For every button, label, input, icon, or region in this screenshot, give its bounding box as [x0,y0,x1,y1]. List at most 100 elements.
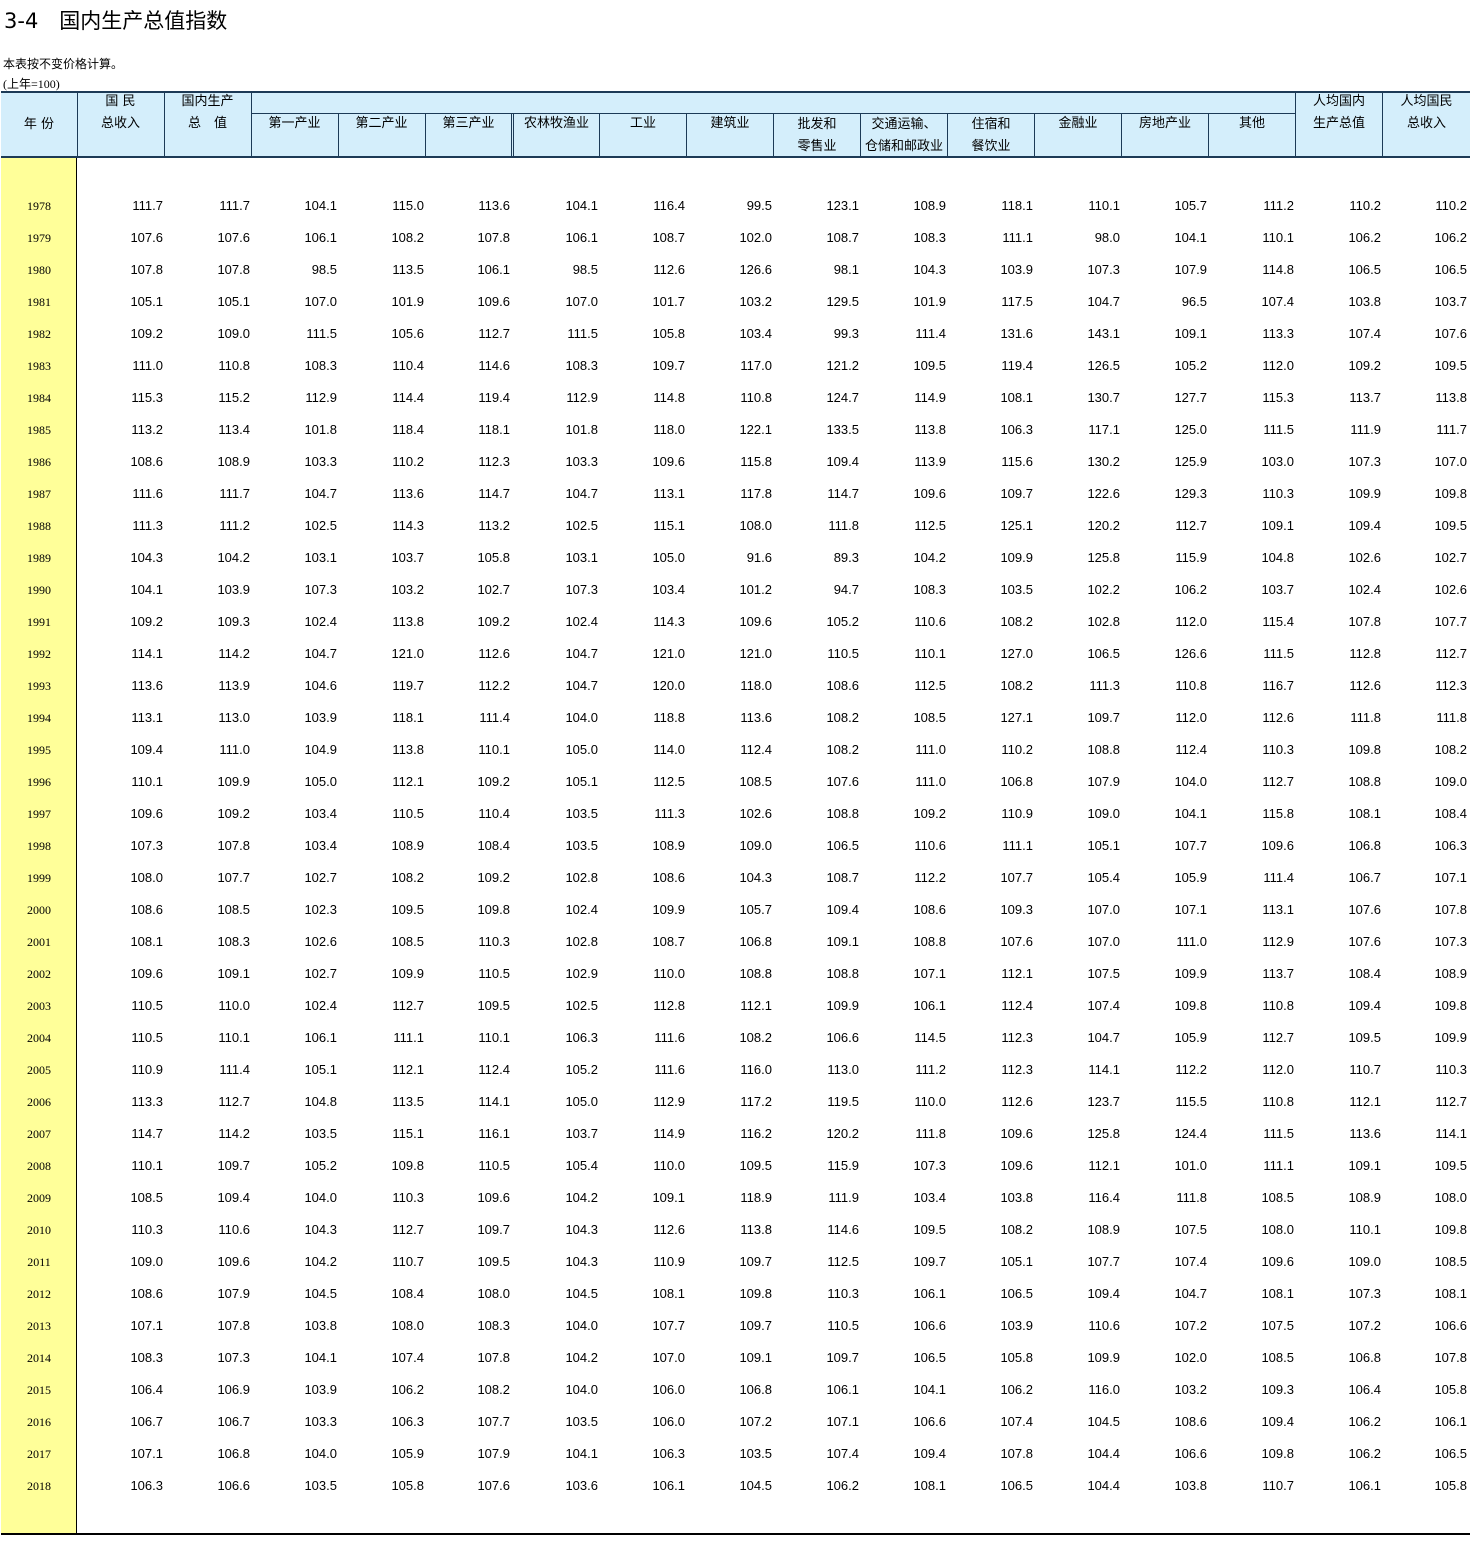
table-cell: 143.1 [1087,326,1120,341]
table-row: 1989 104.3 104.2 103.1 103.7 105.8 103.1 105.0 9… [1,543,1470,575]
table-cell: 106.1 [652,1478,685,1493]
table-cell: 107.8 [130,262,163,277]
table-cell: 107.0 [1087,902,1120,917]
table-cell: 106.5 [826,838,859,853]
table-cell: 102.4 [1348,582,1381,597]
table-cell: 109.9 [217,774,250,789]
table-cell: 119.5 [827,1094,859,1109]
table-cell: 109.9 [826,998,859,1013]
table-cell: 105.8 [1000,1350,1033,1365]
table-cell: 115.8 [740,454,772,469]
table-cell: 103.5 [739,1446,772,1461]
row-year: 2016 [27,1415,51,1429]
table-cell: 108.9 [913,198,946,213]
table-cell: 108.2 [1000,614,1033,629]
table-cell: 118.9 [740,1190,772,1205]
table-cell: 104.6 [304,678,337,693]
row-year: 1989 [27,551,51,565]
table-cell: 111.5 [1263,646,1294,661]
table-cell: 112.2 [1175,1062,1207,1077]
table-cell: 104.1 [304,198,337,213]
table-cell: 112.7 [392,1222,424,1237]
row-year: 1990 [27,583,51,597]
table-cell: 110.2 [1435,198,1467,213]
table-cell: 109.9 [1434,1030,1467,1045]
table-cell: 102.4 [304,614,337,629]
table-cell: 103.3 [565,454,598,469]
table-cell: 110.4 [392,358,424,373]
table-note: 本表按不变价格计算。 [3,57,124,71]
table-cell: 111.0 [915,742,946,757]
table-cell: 102.6 [739,806,772,821]
header-year: 年 份 [23,116,55,132]
table-cell: 110.5 [131,1030,163,1045]
table-cell: 112.9 [566,390,598,405]
table-cell: 109.7 [739,1318,772,1333]
table-cell: 103.3 [304,1414,337,1429]
table-cell: 105.1 [217,294,250,309]
table-cell: 107.8 [1000,1446,1033,1461]
table-cell: 104.0 [565,1318,598,1333]
table-cell: 109.8 [391,1158,424,1173]
table-cell: 110.0 [218,998,250,1013]
table-cell: 111.8 [828,518,859,533]
table-cell: 98.5 [311,262,337,277]
table-cell: 107.8 [477,1350,510,1365]
table-cell: 107.6 [1348,902,1381,917]
table-cell: 109.4 [1348,518,1381,533]
table-cell: 113.6 [131,678,163,693]
table-cell: 107.6 [1434,326,1467,341]
table-cell: 116.7 [1262,678,1294,693]
table-cell: 109.2 [130,326,163,341]
table-cell: 113.6 [1349,1126,1381,1141]
table-cell: 112.1 [392,774,424,789]
table-cell: 111.8 [1176,1190,1207,1205]
table-cell: 107.9 [1087,774,1120,789]
table-cell: 131.6 [1000,326,1033,341]
table-cell: 118.4 [392,422,424,437]
table-row: 1979 107.6 107.6 106.1 108.2 107.8 106.1 108.7 1… [1,223,1470,255]
table-cell: 107.1 [130,1446,163,1461]
table-cell: 107.7 [1087,1254,1120,1269]
table-cell: 108.8 [1348,774,1381,789]
table-cell: 104.4 [1087,1478,1120,1493]
table-cell: 108.6 [913,902,946,917]
table-cell: 102.5 [304,518,337,533]
table-cell: 108.9 [391,838,424,853]
row-year: 2009 [27,1191,51,1205]
table-cell: 114.2 [218,1126,250,1141]
table-cell: 105.1 [1000,1254,1033,1269]
table-cell: 109.2 [477,870,510,885]
table-cell: 108.4 [477,838,510,853]
table-row: 1981 105.1 105.1 107.0 101.9 109.6 107.0 101.7 1… [1,287,1470,319]
table-cell: 114.5 [914,1030,946,1045]
table-cell: 108.1 [1434,1286,1467,1301]
table-row: 2014 108.3 107.3 104.1 107.4 107.8 104.2 107.0 1… [1,1343,1470,1375]
table-cell: 106.8 [739,934,772,949]
table-cell: 109.4 [130,742,163,757]
table-cell: 115.5 [1175,1094,1207,1109]
table-cell: 107.9 [217,1286,250,1301]
table-row: 1984 115.3 115.2 112.9 114.4 119.4 112.9 114.8 1… [1,383,1470,415]
table-cell: 106.5 [1348,262,1381,277]
table-cell: 106.5 [1000,1286,1033,1301]
table-cell: 109.2 [477,614,510,629]
table-cell: 117.1 [1088,422,1120,437]
table-cell: 111.8 [915,1126,946,1141]
table-cell: 106.2 [1348,1446,1381,1461]
table-cell: 113.3 [1262,326,1294,341]
table-row: 2004 110.5 110.1 106.1 111.1 110.1 106.3 111.6 1… [1,1023,1470,1055]
table-row: 1992 114.1 114.2 104.7 121.0 112.6 104.7 121.0 1… [1,639,1470,671]
table-cell: 109.5 [1434,518,1467,533]
table-cell: 111.6 [132,486,163,501]
table-cell: 104.1 [1174,230,1207,245]
table-cell: 118.1 [1001,198,1033,213]
table-row: 2008 110.1 109.7 105.2 109.8 110.5 105.4 110.0 1… [1,1151,1470,1183]
table-cell: 109.7 [652,358,685,373]
table-cell: 103.1 [565,550,598,565]
table-cell: 106.5 [913,1350,946,1365]
table-cell: 109.8 [1261,1446,1294,1461]
table-cell: 130.2 [1087,454,1120,469]
table-cell: 108.6 [130,454,163,469]
table-cell: 105.9 [391,1446,424,1461]
